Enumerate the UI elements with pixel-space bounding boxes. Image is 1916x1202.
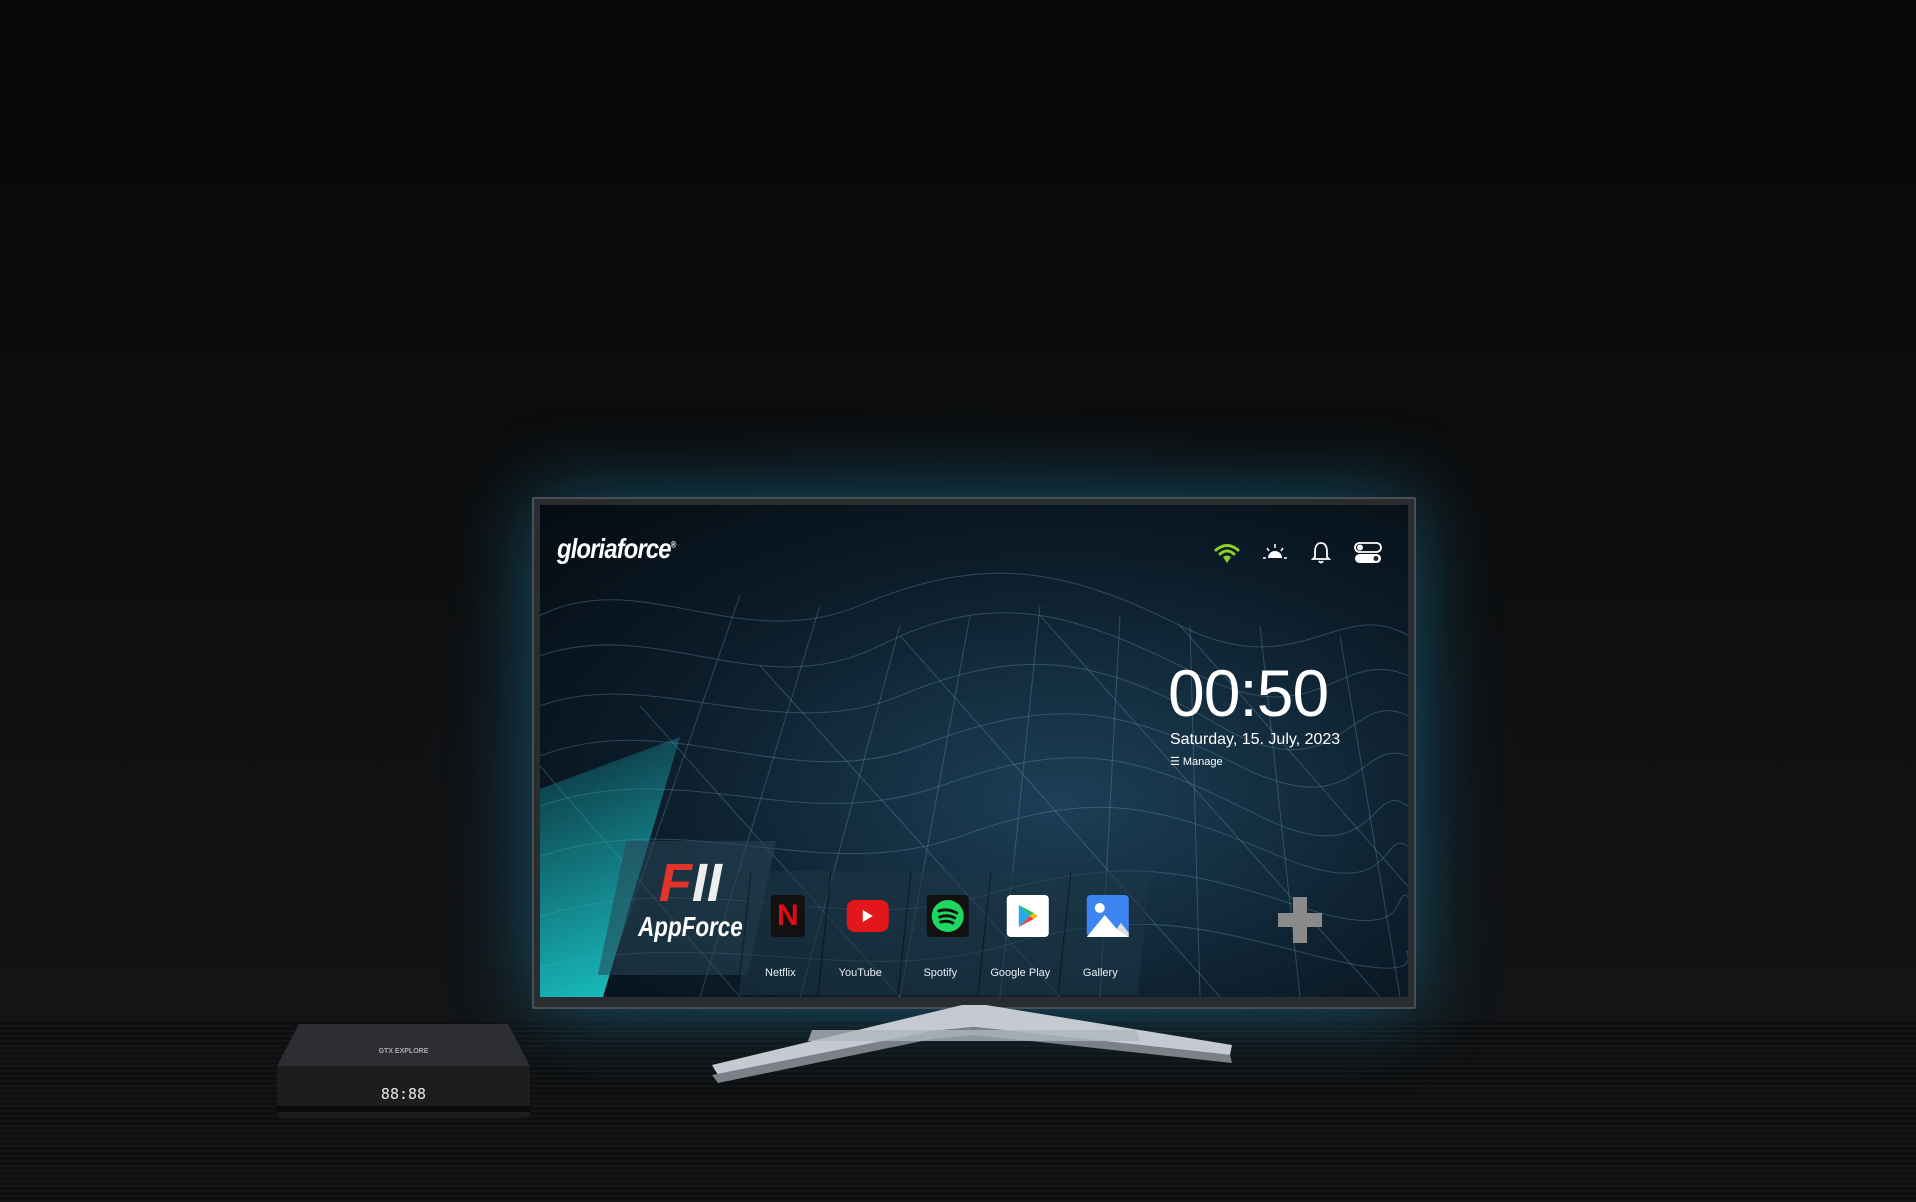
tv-box-device: GTX EXPLORE 88:88 [277,1022,530,1120]
manage-label: Manage [1182,755,1223,768]
app-tile-netflix[interactable]: N Netflix [737,871,831,995]
app-label: Netflix [765,967,796,979]
tv-home-screen: gloriaforce® 00:50 Saturday, 15. July, 2… [540,505,1408,997]
youtube-icon [846,900,889,932]
television: gloriaforce® 00:50 Saturday, 15. July, 2… [532,497,1416,1009]
netflix-icon: N [770,895,805,937]
clock-date: Saturday, 15. July, 2023 [1170,731,1341,748]
app-label: Google Play [990,967,1051,979]
brightness-icon[interactable] [1262,542,1288,564]
bell-icon[interactable] [1310,541,1332,565]
spotify-icon [926,895,969,937]
clock-time: 00:50 [1168,656,1329,730]
google-play-icon [1006,895,1049,937]
app-tile-spotify[interactable]: Spotify [897,871,991,995]
registered-mark: ® [670,539,677,550]
list-icon: ☰ [1170,756,1180,768]
status-bar [1214,541,1382,565]
device-brand: GTX EXPLORE [378,1048,429,1055]
logo-f: F [658,853,692,913]
app-tile-youtube[interactable]: YouTube [817,871,911,995]
tv-stand [712,1005,1232,1083]
app-row: N Netflix YouTube Spotify Google Play Gal… [737,871,1151,995]
app-label: Spotify [923,967,958,979]
gallery-icon [1086,895,1129,937]
appforce-label: AppForce [638,911,743,942]
app-tile-gallery[interactable]: Gallery [1057,871,1151,995]
app-label: Gallery [1082,967,1118,979]
wifi-icon[interactable] [1214,542,1240,564]
add-app-button[interactable] [1278,897,1322,943]
gloriaforce-logo: gloriaforce® [557,533,677,565]
device-led-display: 88:88 [380,1085,427,1103]
app-label: YouTube [838,967,882,979]
logo-text: gloriaforce [557,533,671,564]
toggle-icon[interactable] [1354,541,1382,565]
manage-button[interactable]: ☰ Manage [1170,755,1223,769]
logo-ii: II [691,853,722,913]
app-tile-google-play[interactable]: Google Play [977,871,1071,995]
appforce-logo: FII [615,853,765,913]
